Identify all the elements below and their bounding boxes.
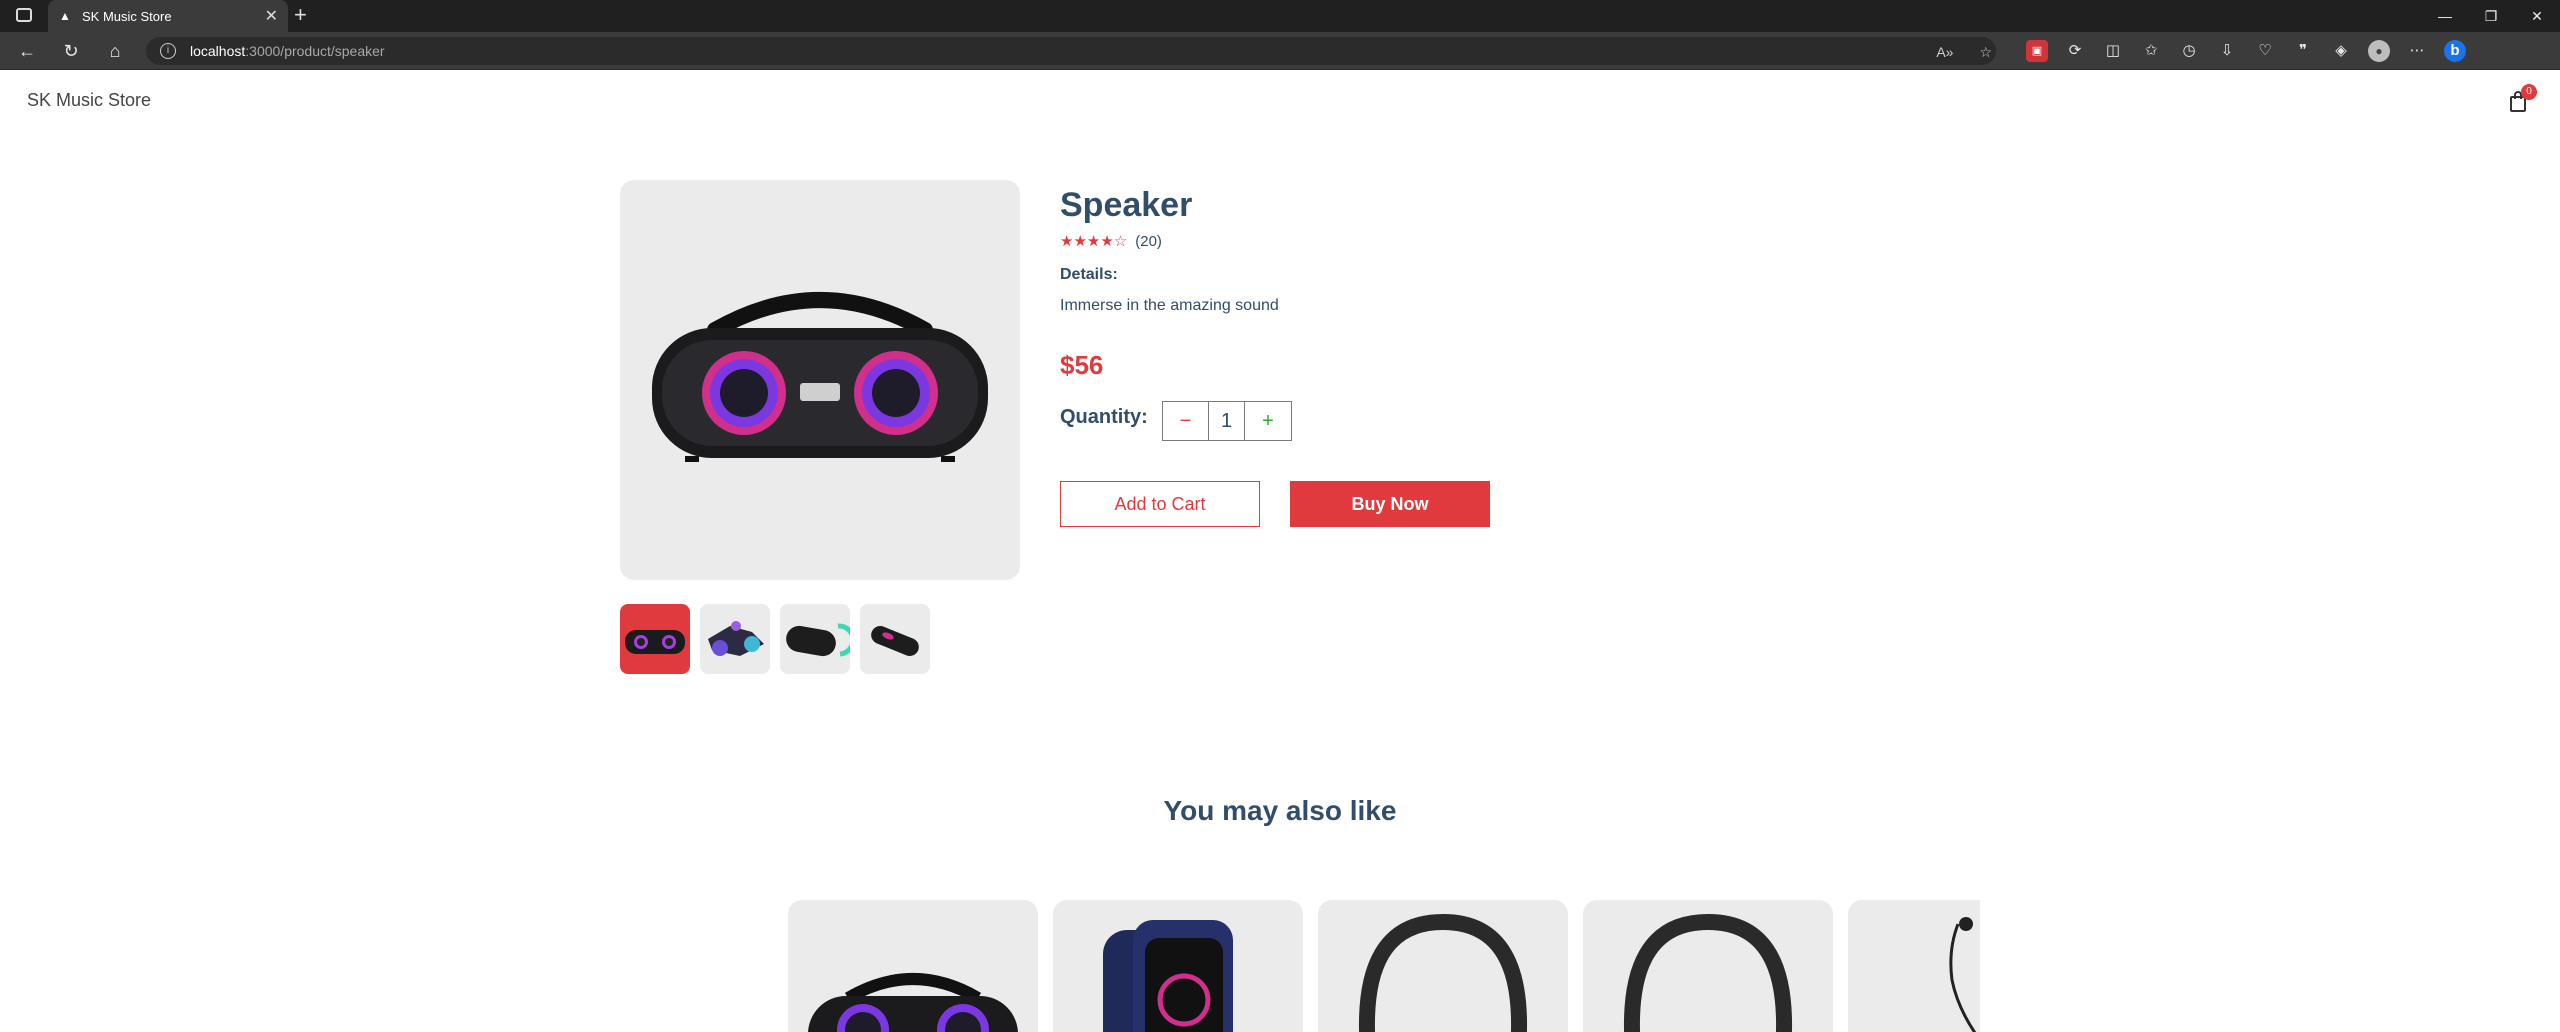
quantity-stepper: − 1 +	[1162, 401, 1292, 441]
split-screen-icon[interactable]: ◫	[2102, 40, 2124, 62]
history-icon[interactable]: ◷	[2178, 40, 2200, 62]
close-tab-icon[interactable]: ✕	[265, 6, 278, 26]
thumbnail-strip	[620, 604, 930, 674]
profile-avatar[interactable]: ●	[2368, 40, 2390, 62]
favorite-star-icon[interactable]: ☆	[1979, 44, 1992, 61]
related-earphones-image	[1949, 917, 1977, 1032]
tab-actions-icon[interactable]	[16, 8, 32, 22]
related-heading: You may also like	[1163, 795, 1397, 826]
url-path: :3000/product/speaker	[245, 43, 385, 59]
more-menu-icon[interactable]: ⋯	[2406, 40, 2428, 62]
quantity-value: 1	[1209, 402, 1245, 440]
related-product-card[interactable]	[788, 900, 1038, 1032]
address-bar[interactable]: i localhost:3000/product/speaker	[146, 37, 1996, 65]
add-to-cart-button[interactable]: Add to Cart	[1060, 481, 1260, 527]
browser-essentials-icon[interactable]: ◈	[2330, 40, 2352, 62]
thumbnail-image	[871, 626, 919, 656]
increase-quantity-button[interactable]: +	[1245, 402, 1291, 440]
back-icon[interactable]: ←	[16, 40, 38, 62]
related-speaker-image	[808, 973, 1018, 1032]
thumbnail-image	[625, 630, 685, 654]
window-controls: — ❐ ✕	[2422, 0, 2560, 32]
restore-icon[interactable]: ❐	[2468, 0, 2514, 32]
review-count: (20)	[1135, 232, 1162, 250]
buy-now-button[interactable]: Buy Now	[1290, 481, 1490, 527]
thumbnail-speaker-tube-dark[interactable]	[780, 604, 856, 674]
extension-red-icon[interactable]: ▣	[2026, 40, 2048, 62]
site-favicon-icon: ▲	[59, 9, 71, 23]
url-host: localhost	[190, 43, 246, 59]
site-info-icon[interactable]: i	[160, 43, 176, 59]
favorites-icon[interactable]: ✩	[2140, 40, 2162, 62]
decrease-quantity-button[interactable]: −	[1163, 402, 1209, 440]
copilot-icon[interactable]: b	[2444, 40, 2466, 62]
related-neckband-image	[1359, 913, 1527, 1032]
refresh-icon[interactable]: ↻	[60, 40, 82, 62]
thumbnail-speaker-wheel[interactable]	[700, 604, 770, 674]
home-icon[interactable]: ⌂	[104, 40, 126, 62]
browser-tab[interactable]: ▲ SK Music Store ✕	[48, 0, 288, 32]
related-product-card[interactable]	[1583, 900, 1833, 1032]
close-window-icon[interactable]: ✕	[2514, 0, 2560, 32]
related-products-carousel	[788, 900, 1980, 1032]
details-heading: Details:	[1060, 266, 1118, 283]
new-tab-icon[interactable]: +	[294, 4, 307, 26]
cart-button[interactable]: 0	[2508, 84, 2537, 114]
related-product-card[interactable]	[1318, 900, 1568, 1032]
product-main-image	[620, 180, 1020, 580]
related-smartwatch-image	[1103, 920, 1233, 1032]
rating-stars-icon: ★★★★☆	[1060, 233, 1128, 250]
cart-count-badge: 0	[2521, 84, 2537, 100]
speaker-image	[652, 292, 988, 462]
tab-title: SK Music Store	[82, 8, 172, 24]
related-product-card[interactable]	[1848, 900, 1980, 1032]
browser-toolbar: ← ↻ ⌂ i localhost:3000/product/speaker A…	[0, 32, 2560, 70]
product-rating: ★★★★☆ (20)	[1060, 232, 1162, 251]
thumbnail-speaker-front[interactable]	[620, 604, 690, 674]
product-title: Speaker	[1060, 186, 1193, 224]
related-product-card[interactable]	[1053, 900, 1303, 1032]
thumbnail-speaker-tube-light[interactable]	[860, 604, 930, 674]
performance-icon[interactable]: ♡	[2254, 40, 2276, 62]
thumbnail-image	[786, 623, 856, 657]
extension-sync-icon[interactable]: ⟳	[2064, 40, 2086, 62]
minimize-icon[interactable]: —	[2422, 0, 2468, 32]
downloads-icon[interactable]: ⇩	[2216, 40, 2238, 62]
quote-icon[interactable]: ❞	[2292, 40, 2314, 62]
read-aloud-icon[interactable]: A»	[1936, 44, 1953, 61]
extensions-bar: ▣ ⟳ ◫ ✩ ◷ ⇩ ♡ ❞ ◈ ● ⋯ b	[2026, 40, 2466, 62]
browser-tab-bar: ▲ SK Music Store ✕ + — ❐ ✕	[0, 0, 2560, 32]
thumbnail-image	[708, 621, 764, 656]
related-neckband-image	[1624, 913, 1792, 1032]
product-price: $56	[1060, 350, 1104, 380]
site-header: SK Music Store 0	[0, 70, 2560, 130]
brand-logo[interactable]: SK Music Store	[27, 90, 151, 111]
quantity-label: Quantity:	[1060, 406, 1148, 428]
details-text: Immerse in the amazing sound	[1060, 297, 1279, 314]
